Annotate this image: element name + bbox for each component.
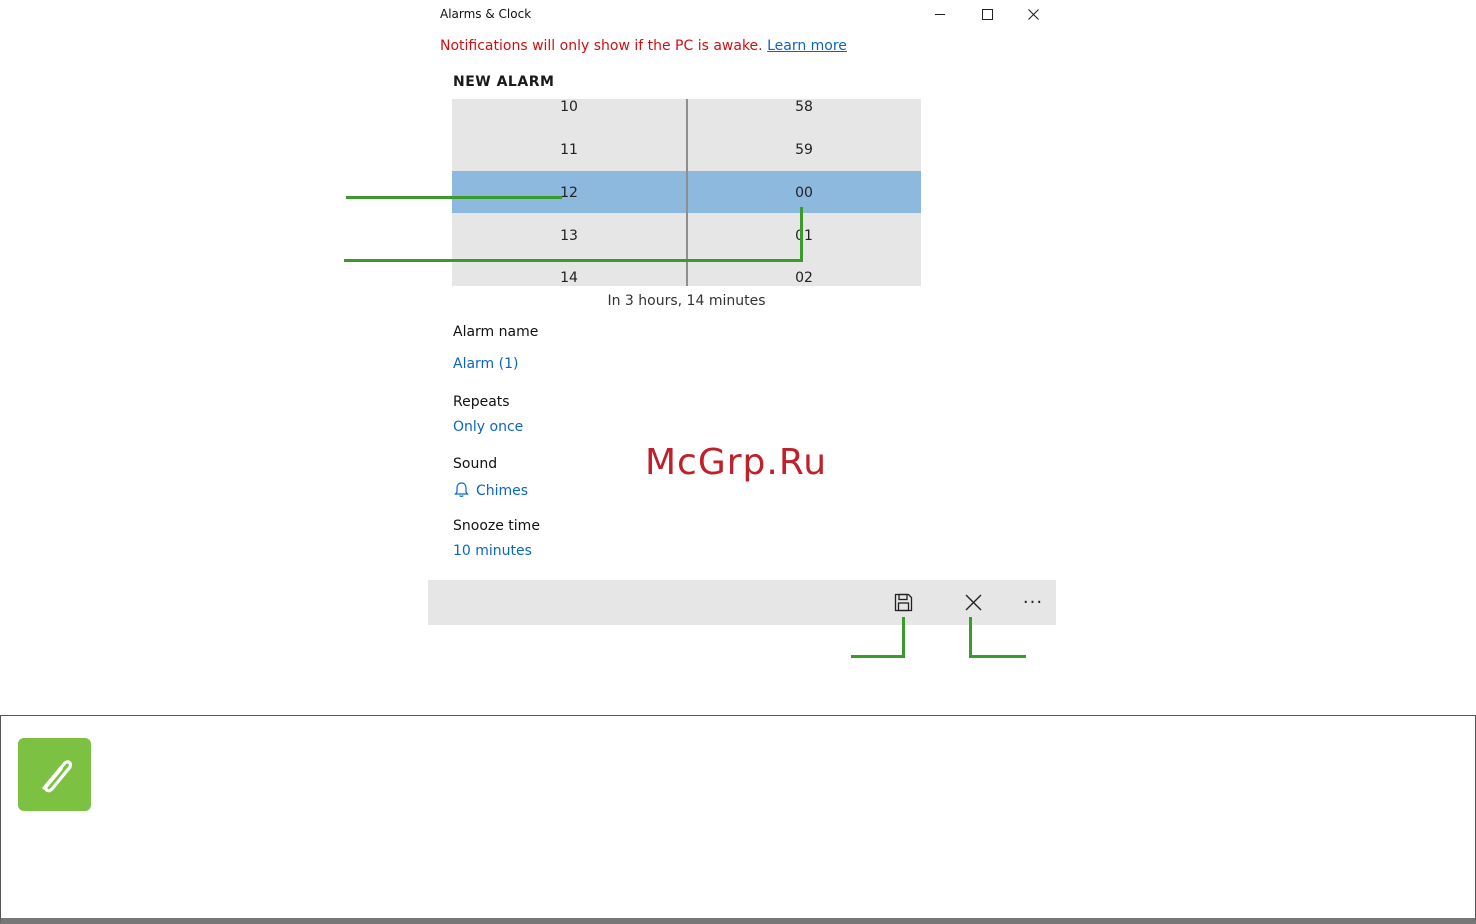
hour-column[interactable]: 10 11 12 13 14 xyxy=(452,99,686,286)
notification-text: Notifications will only show if the PC i… xyxy=(440,38,768,54)
bell-icon xyxy=(454,482,469,497)
time-picker[interactable]: 10 11 12 13 14 58 59 00 01 02 xyxy=(452,99,921,286)
snooze-label: Snooze time xyxy=(453,518,540,534)
snooze-dropdown[interactable]: 10 minutes xyxy=(453,543,532,559)
minimize-icon xyxy=(935,13,945,15)
cancel-callout-line-h xyxy=(969,655,1026,658)
watermark: McGrp.Ru xyxy=(645,442,828,483)
time-until-alarm: In 3 hours, 14 minutes xyxy=(607,293,766,309)
maximize-button[interactable] xyxy=(975,2,999,26)
page-title: NEW ALARM xyxy=(453,74,555,90)
minute-option-selected[interactable]: 00 xyxy=(687,171,921,214)
hour-option[interactable]: 13 xyxy=(452,214,686,257)
hour-option-selected[interactable]: 12 xyxy=(452,171,686,214)
window-title: Alarms & Clock xyxy=(440,7,532,21)
hour-option[interactable]: 10 xyxy=(452,99,686,128)
repeats-label: Repeats xyxy=(453,394,510,410)
minute-callout-line-h xyxy=(344,259,803,262)
page: Alarms & Clock Notifications will only s… xyxy=(0,0,1476,924)
learn-more-link[interactable]: Learn more xyxy=(767,38,847,54)
notification-warning: Notifications will only show if the PC i… xyxy=(440,38,847,54)
more-options-button[interactable]: ··· xyxy=(1011,580,1055,625)
hour-option[interactable]: 11 xyxy=(452,128,686,171)
minute-callout-line-v xyxy=(800,207,803,262)
alarm-name-label: Alarm name xyxy=(453,324,539,340)
close-icon xyxy=(965,594,981,611)
minute-option[interactable]: 58 xyxy=(687,99,921,128)
cancel-callout-line-v xyxy=(969,617,972,658)
close-window-button[interactable] xyxy=(1021,2,1045,26)
minimize-button[interactable] xyxy=(928,2,952,26)
close-icon xyxy=(1027,8,1039,20)
minute-column[interactable]: 58 59 00 01 02 xyxy=(687,99,921,286)
maximize-icon xyxy=(981,8,993,20)
sound-value: Chimes xyxy=(476,483,529,499)
save-callout-line-v xyxy=(902,617,905,658)
paperclip-icon xyxy=(18,738,91,811)
hour-callout-line xyxy=(346,196,562,199)
repeats-dropdown[interactable]: Only once xyxy=(453,419,523,435)
minute-option[interactable]: 59 xyxy=(687,128,921,171)
save-icon xyxy=(894,593,912,612)
command-bar: ··· xyxy=(428,580,1056,625)
save-callout-line-h xyxy=(851,655,905,658)
sound-dropdown[interactable]: Chimes xyxy=(453,481,528,499)
cancel-button[interactable] xyxy=(951,580,995,625)
sound-label: Sound xyxy=(453,456,498,472)
alarm-name-field[interactable]: Alarm (1) xyxy=(453,356,518,372)
minute-option[interactable]: 01 xyxy=(687,214,921,257)
note-box xyxy=(0,715,1476,924)
